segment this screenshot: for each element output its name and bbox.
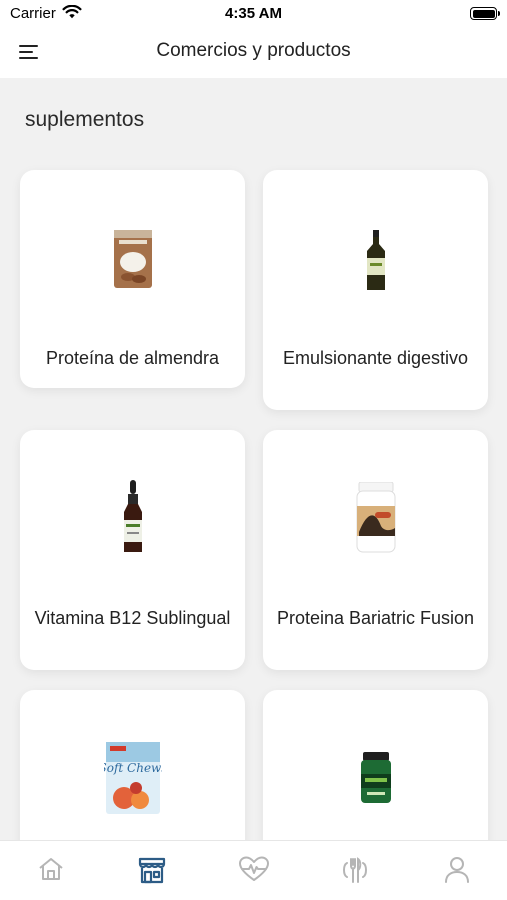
home-icon <box>38 858 63 880</box>
user-icon <box>444 857 469 883</box>
navigation-bar: Comercios y productos <box>0 28 507 78</box>
protein-tub-icon <box>356 482 395 553</box>
product-card[interactable] <box>263 690 488 840</box>
product-name: Proteina Bariatric Fusion <box>276 608 475 628</box>
dark-bottle-icon <box>366 230 385 290</box>
product-card[interactable]: Proteína de almendra <box>20 170 245 388</box>
product-card[interactable]: Vitamina B12 Sublingual <box>20 430 245 670</box>
battery-icon <box>470 7 500 20</box>
status-time: 4:35 AM <box>225 5 282 22</box>
products-list[interactable]: suplementos Proteína de almendra Emulsio… <box>0 78 507 840</box>
section-title: suplementos <box>25 108 145 131</box>
green-supplement-tub-icon <box>360 752 391 803</box>
almond-protein-bag-icon <box>113 230 152 288</box>
product-name: Proteína de almendra <box>45 348 220 368</box>
product-card[interactable]: Proteina Bariatric Fusion <box>263 430 488 670</box>
product-card[interactable]: Emulsionante digestivo <box>263 170 488 410</box>
status-bar: Carrier 4:35 AM <box>0 0 507 28</box>
tab-health[interactable] <box>203 841 304 900</box>
tab-home[interactable] <box>0 841 101 900</box>
utensils-icon <box>342 857 367 883</box>
store-icon <box>138 857 165 884</box>
tab-store[interactable] <box>101 841 202 900</box>
product-card[interactable]: Soft Chews <box>20 690 245 840</box>
heart-pulse-icon <box>238 856 269 881</box>
tab-profile[interactable] <box>406 841 507 900</box>
svg-text:Soft Chews: Soft Chews <box>104 761 162 775</box>
page-title: Comercios y productos <box>156 40 351 61</box>
product-name: Emulsionante digestivo <box>282 348 469 368</box>
product-name: Vitamina B12 Sublingual <box>34 608 231 628</box>
soft-chews-bag-icon: Soft Chews <box>104 742 162 814</box>
tab-bar <box>0 840 507 900</box>
dropper-bottle-icon <box>123 480 142 552</box>
tab-food[interactable] <box>304 841 405 900</box>
